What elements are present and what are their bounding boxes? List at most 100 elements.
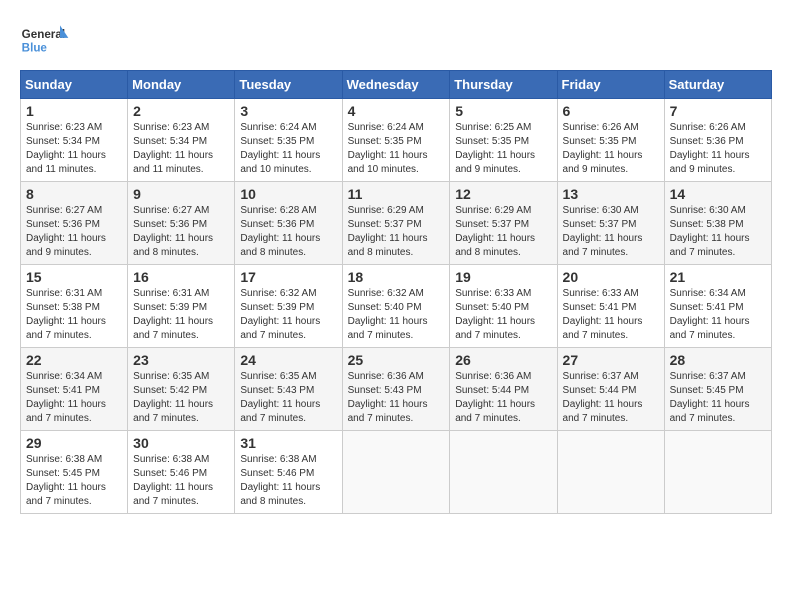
day-info: Sunrise: 6:25 AMSunset: 5:35 PMDaylight:…: [455, 122, 535, 175]
calendar-week-row: 8 Sunrise: 6:27 AMSunset: 5:36 PMDayligh…: [21, 182, 772, 265]
day-number: 29: [26, 435, 122, 451]
day-info: Sunrise: 6:30 AMSunset: 5:37 PMDaylight:…: [563, 205, 643, 258]
day-info: Sunrise: 6:34 AMSunset: 5:41 PMDaylight:…: [670, 288, 750, 341]
calendar-day-cell: 14 Sunrise: 6:30 AMSunset: 5:38 PMDaylig…: [664, 182, 771, 265]
page-header: General Blue: [20, 20, 772, 60]
day-number: 27: [563, 352, 659, 368]
day-number: 12: [455, 186, 551, 202]
day-number: 4: [348, 103, 445, 119]
weekday-header: Wednesday: [342, 71, 450, 99]
day-number: 14: [670, 186, 766, 202]
day-info: Sunrise: 6:27 AMSunset: 5:36 PMDaylight:…: [26, 205, 106, 258]
day-info: Sunrise: 6:29 AMSunset: 5:37 PMDaylight:…: [348, 205, 428, 258]
calendar-week-row: 15 Sunrise: 6:31 AMSunset: 5:38 PMDaylig…: [21, 265, 772, 348]
day-number: 31: [240, 435, 336, 451]
day-info: Sunrise: 6:28 AMSunset: 5:36 PMDaylight:…: [240, 205, 320, 258]
calendar-header: SundayMondayTuesdayWednesdayThursdayFrid…: [21, 71, 772, 99]
day-info: Sunrise: 6:26 AMSunset: 5:36 PMDaylight:…: [670, 122, 750, 175]
calendar-day-cell: 6 Sunrise: 6:26 AMSunset: 5:35 PMDayligh…: [557, 99, 664, 182]
calendar-day-cell: 20 Sunrise: 6:33 AMSunset: 5:41 PMDaylig…: [557, 265, 664, 348]
day-info: Sunrise: 6:37 AMSunset: 5:44 PMDaylight:…: [563, 371, 643, 424]
calendar-day-cell: 13 Sunrise: 6:30 AMSunset: 5:37 PMDaylig…: [557, 182, 664, 265]
calendar-day-cell: [342, 431, 450, 514]
day-number: 22: [26, 352, 122, 368]
day-number: 16: [133, 269, 229, 285]
calendar: SundayMondayTuesdayWednesdayThursdayFrid…: [20, 70, 772, 514]
day-info: Sunrise: 6:24 AMSunset: 5:35 PMDaylight:…: [240, 122, 320, 175]
calendar-day-cell: 16 Sunrise: 6:31 AMSunset: 5:39 PMDaylig…: [128, 265, 235, 348]
day-number: 1: [26, 103, 122, 119]
calendar-day-cell: 8 Sunrise: 6:27 AMSunset: 5:36 PMDayligh…: [21, 182, 128, 265]
day-number: 23: [133, 352, 229, 368]
calendar-day-cell: [664, 431, 771, 514]
day-number: 7: [670, 103, 766, 119]
day-info: Sunrise: 6:32 AMSunset: 5:39 PMDaylight:…: [240, 288, 320, 341]
day-number: 2: [133, 103, 229, 119]
day-info: Sunrise: 6:29 AMSunset: 5:37 PMDaylight:…: [455, 205, 535, 258]
weekday-header: Thursday: [450, 71, 557, 99]
calendar-day-cell: 27 Sunrise: 6:37 AMSunset: 5:44 PMDaylig…: [557, 348, 664, 431]
weekday-header: Friday: [557, 71, 664, 99]
calendar-day-cell: [450, 431, 557, 514]
calendar-day-cell: 1 Sunrise: 6:23 AMSunset: 5:34 PMDayligh…: [21, 99, 128, 182]
day-info: Sunrise: 6:30 AMSunset: 5:38 PMDaylight:…: [670, 205, 750, 258]
day-info: Sunrise: 6:34 AMSunset: 5:41 PMDaylight:…: [26, 371, 106, 424]
calendar-day-cell: 10 Sunrise: 6:28 AMSunset: 5:36 PMDaylig…: [235, 182, 342, 265]
day-info: Sunrise: 6:31 AMSunset: 5:39 PMDaylight:…: [133, 288, 213, 341]
svg-text:General: General: [22, 28, 65, 41]
calendar-day-cell: 11 Sunrise: 6:29 AMSunset: 5:37 PMDaylig…: [342, 182, 450, 265]
calendar-week-row: 1 Sunrise: 6:23 AMSunset: 5:34 PMDayligh…: [21, 99, 772, 182]
day-number: 13: [563, 186, 659, 202]
day-number: 10: [240, 186, 336, 202]
weekday-header: Saturday: [664, 71, 771, 99]
calendar-day-cell: 15 Sunrise: 6:31 AMSunset: 5:38 PMDaylig…: [21, 265, 128, 348]
day-number: 8: [26, 186, 122, 202]
day-number: 30: [133, 435, 229, 451]
calendar-day-cell: 4 Sunrise: 6:24 AMSunset: 5:35 PMDayligh…: [342, 99, 450, 182]
day-info: Sunrise: 6:23 AMSunset: 5:34 PMDaylight:…: [133, 122, 213, 175]
day-number: 5: [455, 103, 551, 119]
calendar-day-cell: 7 Sunrise: 6:26 AMSunset: 5:36 PMDayligh…: [664, 99, 771, 182]
day-info: Sunrise: 6:32 AMSunset: 5:40 PMDaylight:…: [348, 288, 428, 341]
svg-text:Blue: Blue: [22, 41, 48, 54]
day-number: 15: [26, 269, 122, 285]
calendar-day-cell: 22 Sunrise: 6:34 AMSunset: 5:41 PMDaylig…: [21, 348, 128, 431]
day-info: Sunrise: 6:38 AMSunset: 5:46 PMDaylight:…: [133, 454, 213, 507]
calendar-day-cell: 5 Sunrise: 6:25 AMSunset: 5:35 PMDayligh…: [450, 99, 557, 182]
day-info: Sunrise: 6:33 AMSunset: 5:41 PMDaylight:…: [563, 288, 643, 341]
calendar-week-row: 29 Sunrise: 6:38 AMSunset: 5:45 PMDaylig…: [21, 431, 772, 514]
day-info: Sunrise: 6:35 AMSunset: 5:43 PMDaylight:…: [240, 371, 320, 424]
calendar-day-cell: 25 Sunrise: 6:36 AMSunset: 5:43 PMDaylig…: [342, 348, 450, 431]
day-number: 19: [455, 269, 551, 285]
day-number: 28: [670, 352, 766, 368]
day-number: 26: [455, 352, 551, 368]
day-info: Sunrise: 6:35 AMSunset: 5:42 PMDaylight:…: [133, 371, 213, 424]
day-info: Sunrise: 6:37 AMSunset: 5:45 PMDaylight:…: [670, 371, 750, 424]
calendar-day-cell: 30 Sunrise: 6:38 AMSunset: 5:46 PMDaylig…: [128, 431, 235, 514]
logo-icon: General Blue: [20, 20, 70, 60]
day-info: Sunrise: 6:36 AMSunset: 5:43 PMDaylight:…: [348, 371, 428, 424]
day-number: 21: [670, 269, 766, 285]
weekday-header: Monday: [128, 71, 235, 99]
calendar-day-cell: 21 Sunrise: 6:34 AMSunset: 5:41 PMDaylig…: [664, 265, 771, 348]
calendar-day-cell: [557, 431, 664, 514]
weekday-header: Tuesday: [235, 71, 342, 99]
calendar-day-cell: 18 Sunrise: 6:32 AMSunset: 5:40 PMDaylig…: [342, 265, 450, 348]
calendar-day-cell: 17 Sunrise: 6:32 AMSunset: 5:39 PMDaylig…: [235, 265, 342, 348]
calendar-day-cell: 2 Sunrise: 6:23 AMSunset: 5:34 PMDayligh…: [128, 99, 235, 182]
calendar-day-cell: 23 Sunrise: 6:35 AMSunset: 5:42 PMDaylig…: [128, 348, 235, 431]
day-number: 6: [563, 103, 659, 119]
day-number: 17: [240, 269, 336, 285]
calendar-day-cell: 12 Sunrise: 6:29 AMSunset: 5:37 PMDaylig…: [450, 182, 557, 265]
logo: General Blue: [20, 20, 74, 60]
day-info: Sunrise: 6:23 AMSunset: 5:34 PMDaylight:…: [26, 122, 106, 175]
day-info: Sunrise: 6:31 AMSunset: 5:38 PMDaylight:…: [26, 288, 106, 341]
weekday-header: Sunday: [21, 71, 128, 99]
day-number: 3: [240, 103, 336, 119]
calendar-day-cell: 31 Sunrise: 6:38 AMSunset: 5:46 PMDaylig…: [235, 431, 342, 514]
calendar-day-cell: 26 Sunrise: 6:36 AMSunset: 5:44 PMDaylig…: [450, 348, 557, 431]
calendar-day-cell: 3 Sunrise: 6:24 AMSunset: 5:35 PMDayligh…: [235, 99, 342, 182]
day-number: 9: [133, 186, 229, 202]
day-number: 18: [348, 269, 445, 285]
calendar-day-cell: 24 Sunrise: 6:35 AMSunset: 5:43 PMDaylig…: [235, 348, 342, 431]
